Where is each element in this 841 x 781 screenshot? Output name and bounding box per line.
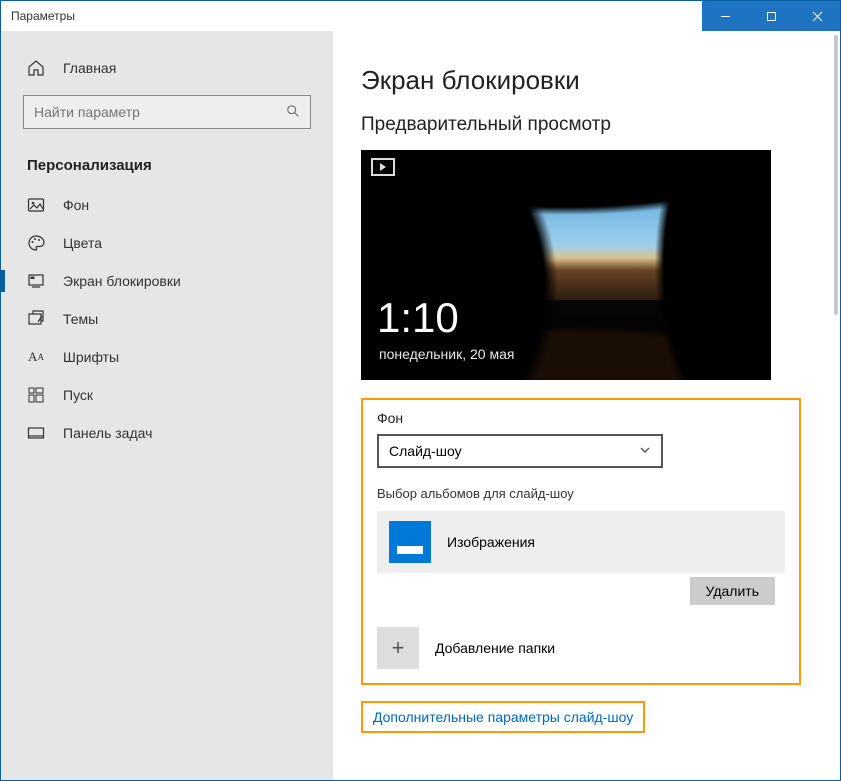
sidebar-item-taskbar[interactable]: Панель задач — [1, 414, 333, 452]
background-settings-group: Фон Слайд-шоу Выбор альбомов для слайд-ш… — [361, 398, 801, 685]
chevron-down-icon — [639, 443, 651, 459]
nav-home[interactable]: Главная — [1, 49, 333, 87]
sidebar-item-label: Панель задач — [63, 425, 152, 441]
preview-date: понедельник, 20 мая — [379, 346, 514, 362]
album-thumb-icon — [389, 521, 431, 563]
bg-label: Фон — [377, 410, 785, 426]
minimize-button[interactable] — [702, 1, 748, 31]
preview-heading: Предварительный просмотр — [361, 114, 812, 136]
titlebar: Параметры — [1, 1, 840, 31]
bg-dropdown-value: Слайд-шоу — [389, 443, 462, 459]
search-input[interactable] — [34, 104, 274, 120]
sidebar-item-label: Цвета — [63, 235, 102, 251]
lockscreen-preview: 1:10 понедельник, 20 мая — [361, 150, 771, 380]
taskbar-icon — [27, 424, 45, 442]
albums-label: Выбор альбомов для слайд-шоу — [377, 486, 785, 501]
page-title: Экран блокировки — [361, 65, 812, 96]
add-folder-label: Добавление папки — [435, 640, 555, 656]
image-icon — [27, 196, 45, 214]
sidebar-item-label: Пуск — [63, 387, 93, 403]
home-icon — [27, 59, 45, 77]
start-icon — [27, 386, 45, 404]
advanced-link-wrap: Дополнительные параметры слайд-шоу — [361, 701, 645, 733]
sidebar-item-fonts[interactable]: AA Шрифты — [1, 338, 333, 376]
sidebar-item-label: Темы — [63, 311, 98, 327]
preview-time: 1:10 — [377, 294, 459, 342]
maximize-button[interactable] — [748, 1, 794, 31]
sidebar-item-background[interactable]: Фон — [1, 186, 333, 224]
window-controls — [702, 1, 840, 31]
sidebar-item-label: Шрифты — [63, 349, 119, 365]
sidebar-item-lockscreen[interactable]: Экран блокировки — [1, 262, 333, 300]
lockscreen-icon — [27, 272, 45, 290]
sidebar-item-colors[interactable]: Цвета — [1, 224, 333, 262]
album-item[interactable]: Изображения Удалить — [377, 511, 785, 573]
bg-type-dropdown[interactable]: Слайд-шоу — [377, 434, 663, 468]
scrollbar[interactable] — [834, 35, 838, 315]
palette-icon — [27, 234, 45, 252]
advanced-slideshow-link[interactable]: Дополнительные параметры слайд-шоу — [373, 709, 633, 725]
themes-icon — [27, 310, 45, 328]
sidebar-section-title: Персонализация — [1, 143, 333, 186]
add-folder-button[interactable]: + Добавление папки — [377, 627, 785, 669]
fonts-icon: AA — [27, 348, 45, 366]
sidebar: Главная Персонализация Фон Цвета — [1, 31, 333, 780]
album-name: Изображения — [447, 534, 535, 550]
nav-home-label: Главная — [63, 60, 116, 76]
content-area: Экран блокировки Предварительный просмот… — [333, 31, 840, 780]
remove-album-button[interactable]: Удалить — [690, 577, 775, 605]
search-box[interactable] — [23, 95, 311, 129]
sidebar-item-label: Экран блокировки — [63, 273, 181, 289]
window-title: Параметры — [1, 9, 75, 23]
plus-icon: + — [377, 627, 419, 669]
sidebar-item-themes[interactable]: Темы — [1, 300, 333, 338]
sidebar-item-label: Фон — [63, 197, 89, 213]
sidebar-item-start[interactable]: Пуск — [1, 376, 333, 414]
slideshow-icon — [371, 158, 395, 176]
search-icon — [286, 104, 300, 121]
settings-window: Параметры Главная — [0, 0, 841, 781]
close-button[interactable] — [794, 1, 840, 31]
